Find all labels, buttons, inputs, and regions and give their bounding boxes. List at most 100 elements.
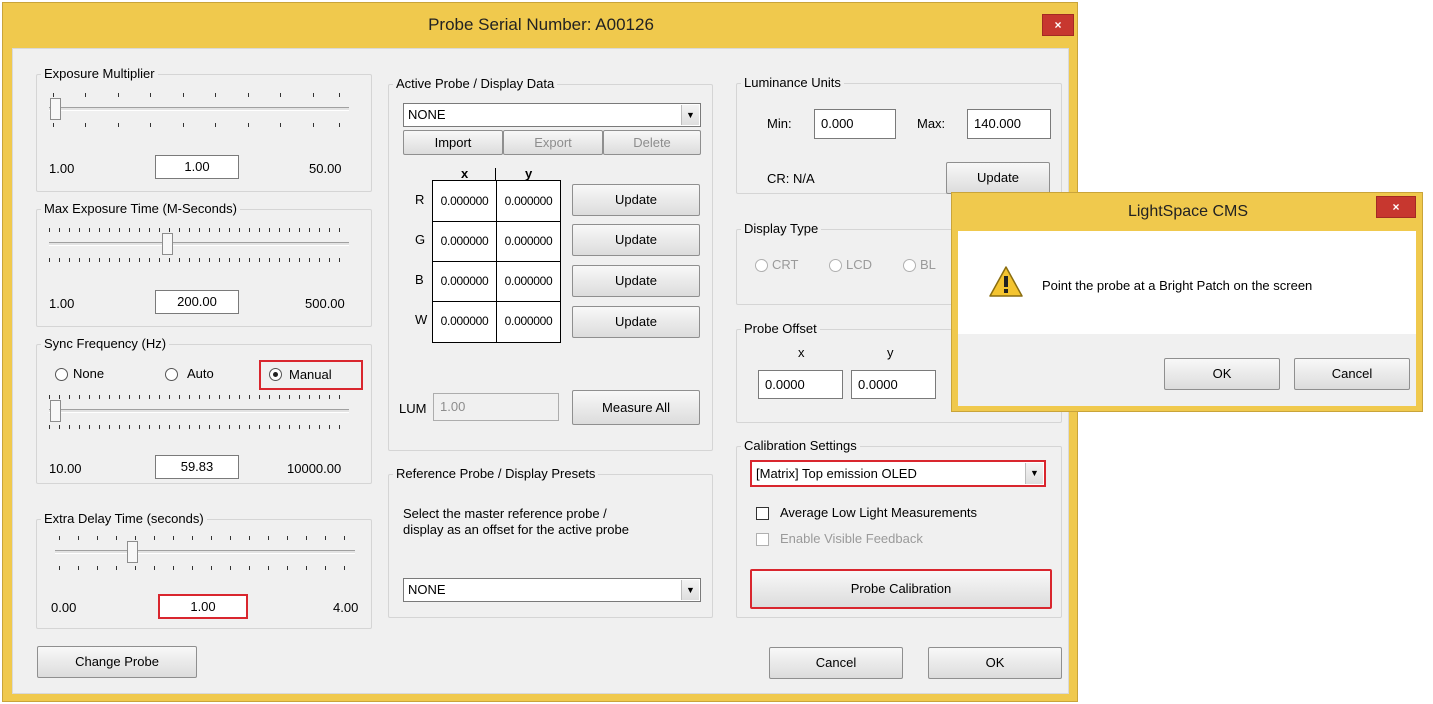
- calibration-settings-group: Calibration Settings [Matrix] Top emissi…: [736, 438, 1062, 618]
- sync-option-manual-label: Manual: [289, 367, 332, 382]
- dialog-ok-button[interactable]: OK: [1164, 358, 1280, 390]
- probe-offset-x-input[interactable]: 0.0000: [758, 370, 843, 399]
- sync-frequency-min: 10.00: [49, 461, 82, 476]
- sync-frequency-max: 10000.00: [287, 461, 342, 476]
- xy-coordinate-table: 0.000000 0.000000 0.000000 0.000000 0.00…: [432, 180, 561, 343]
- chevron-down-icon: ▼: [681, 105, 699, 125]
- extra-delay-title: Extra Delay Time (seconds): [41, 511, 207, 526]
- window-client-area: Exposure Multiplier 1.00 1.00 50.00 Max …: [12, 48, 1069, 694]
- radio-icon: [755, 259, 768, 272]
- dialog-message: Point the probe at a Bright Patch on the…: [1042, 278, 1313, 293]
- active-probe-group: Active Probe / Display Data NONE ▼ Impor…: [388, 76, 713, 451]
- radio-icon: [165, 368, 178, 381]
- header-divider: [495, 168, 496, 180]
- lum-input[interactable]: 1.00: [433, 393, 559, 421]
- sync-frequency-group: Sync Frequency (Hz) None Auto Manual 10.…: [36, 336, 372, 484]
- radio-selected-icon: [269, 368, 282, 381]
- lightspace-message-dialog: LightSpace CMS × Point the probe at a Br…: [951, 192, 1423, 412]
- slider-ticks-top: [55, 536, 355, 541]
- export-button[interactable]: Export: [503, 130, 603, 155]
- change-probe-button[interactable]: Change Probe: [37, 646, 197, 678]
- dialog-body: Point the probe at a Bright Patch on the…: [958, 231, 1416, 334]
- max-exposure-max: 500.00: [305, 296, 345, 311]
- luminance-max-input[interactable]: 140.000: [967, 109, 1051, 139]
- average-low-light-label: Average Low Light Measurements: [780, 505, 978, 520]
- probe-offset-y-input[interactable]: 0.0000: [851, 370, 936, 399]
- g-y-value[interactable]: 0.000000: [497, 221, 560, 261]
- probe-calibration-button[interactable]: Probe Calibration: [750, 569, 1052, 609]
- delete-button[interactable]: Delete: [603, 130, 701, 155]
- max-exposure-group: Max Exposure Time (M-Seconds) 1.00 200.0…: [36, 201, 372, 327]
- b-y-value[interactable]: 0.000000: [497, 261, 560, 301]
- radio-icon: [829, 259, 842, 272]
- extra-delay-group: Extra Delay Time (seconds) 0.00 1.00 4.0…: [36, 511, 372, 629]
- slider-track: [55, 550, 355, 554]
- max-exposure-input[interactable]: 200.00: [155, 290, 239, 314]
- checkbox-icon: [756, 533, 769, 546]
- ok-button[interactable]: OK: [928, 647, 1062, 679]
- update-b-button[interactable]: Update: [572, 265, 700, 297]
- dialog-close-button[interactable]: ×: [1376, 196, 1416, 218]
- slider-thumb[interactable]: [162, 233, 173, 255]
- exposure-multiplier-input[interactable]: 1.00: [155, 155, 239, 179]
- measure-all-button[interactable]: Measure All: [572, 390, 700, 425]
- exposure-multiplier-group: Exposure Multiplier 1.00 1.00 50.00: [36, 66, 372, 192]
- probe-offset-y-label: y: [887, 345, 894, 360]
- slider-thumb[interactable]: [127, 541, 138, 563]
- r-x-value[interactable]: 0.000000: [433, 181, 496, 221]
- update-w-button[interactable]: Update: [572, 306, 700, 338]
- extra-delay-max: 4.00: [333, 600, 359, 615]
- lum-label: LUM: [399, 401, 427, 416]
- sync-frequency-input[interactable]: 59.83: [155, 455, 239, 479]
- probe-settings-window: Probe Serial Number: A00126 × Exposure M…: [2, 2, 1078, 702]
- sync-option-none-label: None: [73, 366, 105, 381]
- slider-track: [49, 409, 349, 413]
- max-exposure-min: 1.00: [49, 296, 75, 311]
- w-y-value[interactable]: 0.000000: [497, 301, 560, 341]
- row-label-w: W: [415, 312, 428, 327]
- display-type-lcd-label: LCD: [846, 257, 873, 272]
- luminance-units-group: Luminance Units Min: 0.000 Max: 140.000 …: [736, 75, 1062, 194]
- window-close-button[interactable]: ×: [1042, 14, 1074, 36]
- luminance-update-button[interactable]: Update: [946, 162, 1050, 194]
- reference-probe-description-2: display as an offset for the active prob…: [403, 522, 629, 537]
- update-g-button[interactable]: Update: [572, 224, 700, 256]
- slider-ticks-bottom: [49, 258, 349, 262]
- calibration-type-select[interactable]: [Matrix] Top emission OLED ▼: [750, 460, 1046, 487]
- slider-thumb[interactable]: [50, 98, 61, 120]
- import-button[interactable]: Import: [403, 130, 503, 155]
- extra-delay-input[interactable]: 1.00: [158, 594, 248, 619]
- g-x-value[interactable]: 0.000000: [433, 221, 496, 261]
- calibration-settings-title: Calibration Settings: [741, 438, 860, 453]
- slider-ticks-bottom: [55, 566, 355, 571]
- reference-probe-group: Reference Probe / Display Presets Select…: [388, 466, 713, 618]
- reference-probe-select[interactable]: NONE ▼: [403, 578, 701, 602]
- max-exposure-title: Max Exposure Time (M-Seconds): [41, 201, 240, 216]
- warning-icon: [988, 265, 1024, 299]
- update-r-button[interactable]: Update: [572, 184, 700, 216]
- contrast-ratio-label: CR: N/A: [767, 171, 815, 186]
- slider-ticks-bottom: [49, 425, 349, 429]
- row-label-b: B: [415, 272, 424, 287]
- radio-icon: [903, 259, 916, 272]
- chevron-down-icon: ▼: [1025, 463, 1043, 484]
- slider-ticks-top: [49, 395, 349, 399]
- display-type-bl-label: BL: [920, 257, 936, 272]
- cancel-button[interactable]: Cancel: [769, 647, 903, 679]
- luminance-min-input[interactable]: 0.000: [814, 109, 896, 139]
- extra-delay-min: 0.00: [51, 600, 77, 615]
- b-x-value[interactable]: 0.000000: [433, 261, 496, 301]
- sync-option-manual[interactable]: Manual: [259, 360, 363, 390]
- radio-icon: [55, 368, 68, 381]
- active-probe-select[interactable]: NONE ▼: [403, 103, 701, 127]
- reference-probe-title: Reference Probe / Display Presets: [393, 466, 599, 481]
- r-y-value[interactable]: 0.000000: [497, 181, 560, 221]
- active-probe-selected: NONE: [408, 107, 446, 122]
- w-x-value[interactable]: 0.000000: [433, 301, 496, 341]
- dialog-cancel-button[interactable]: Cancel: [1294, 358, 1410, 390]
- slider-thumb[interactable]: [50, 400, 61, 422]
- luminance-min-label: Min:: [767, 116, 792, 131]
- exposure-multiplier-min: 1.00: [49, 161, 75, 176]
- row-label-r: R: [415, 192, 425, 207]
- exposure-multiplier-max: 50.00: [309, 161, 342, 176]
